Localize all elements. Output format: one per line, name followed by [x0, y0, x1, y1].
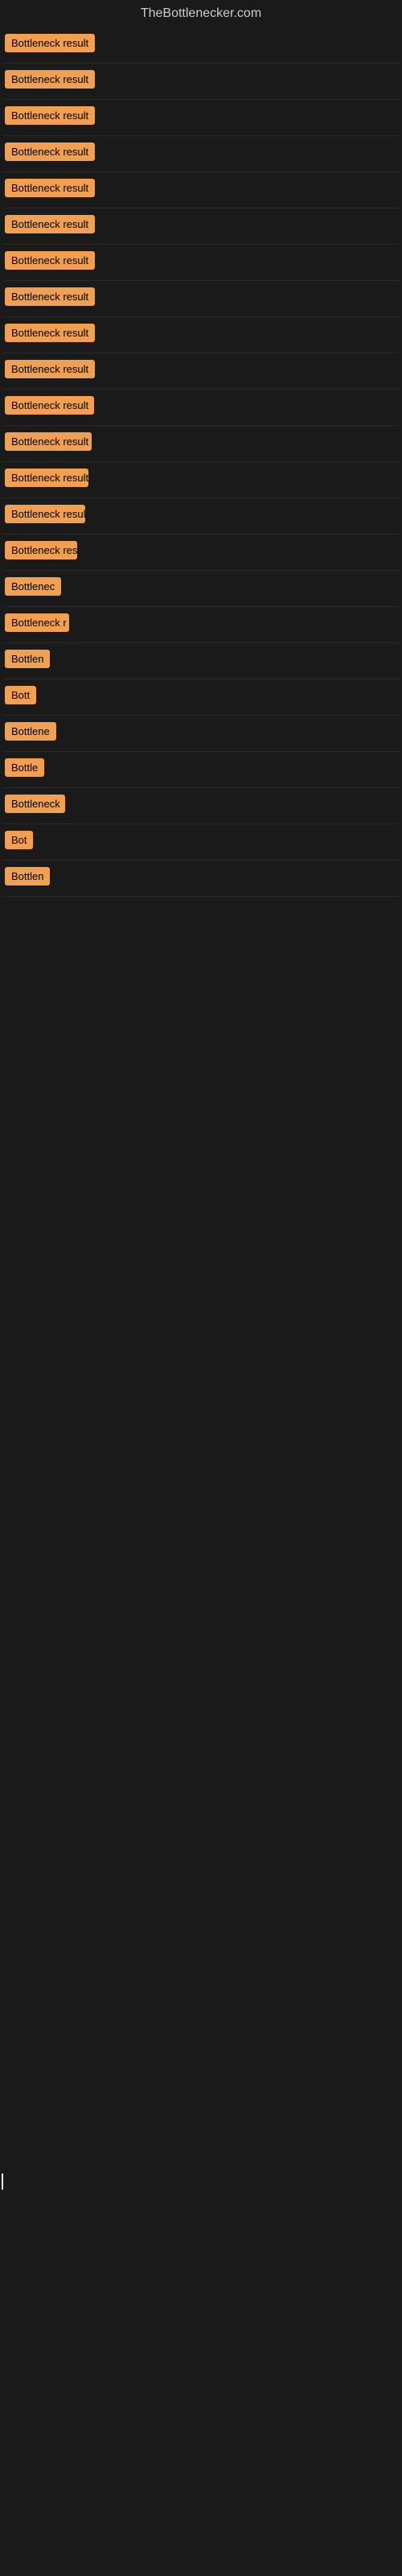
list-item: Bott	[3, 679, 399, 716]
list-item: Bottleneck	[3, 788, 399, 824]
list-item: Bottlene	[3, 716, 399, 752]
list-item: Bottleneck result	[3, 245, 399, 281]
site-header: TheBottlenecker.com	[0, 0, 402, 27]
list-item: Bottleneck result	[3, 426, 399, 462]
text-cursor	[2, 2174, 3, 2190]
list-item: Bottleneck result	[3, 317, 399, 353]
bottleneck-badge[interactable]: Bottleneck result	[5, 179, 95, 197]
bottleneck-badge[interactable]: Bottleneck result	[5, 360, 95, 378]
list-item: Bottlen	[3, 643, 399, 679]
list-item: Bottlenec	[3, 571, 399, 607]
list-item: Bottleneck result	[3, 208, 399, 245]
bottleneck-badge[interactable]: Bottleneck result	[5, 34, 95, 52]
bottleneck-badge[interactable]: Bottleneck result	[5, 432, 92, 451]
bottleneck-badge[interactable]: Bottleneck result	[5, 106, 95, 125]
bottleneck-badge[interactable]: Bottlenec	[5, 577, 61, 596]
list-item: Bottleneck r	[3, 607, 399, 643]
bottleneck-badge[interactable]: Bottleneck result	[5, 469, 88, 487]
bottleneck-badge[interactable]: Bottleneck result	[5, 142, 95, 161]
list-item: Bottleneck result	[3, 136, 399, 172]
bottleneck-badge[interactable]: Bottlen	[5, 650, 50, 668]
site-title: TheBottlenecker.com	[0, 0, 402, 27]
bottleneck-badge[interactable]: Bottleneck result	[5, 396, 94, 415]
list-item: Bottleneck result	[3, 281, 399, 317]
list-item: Bottleneck result	[3, 353, 399, 390]
bottleneck-badge[interactable]: Bott	[5, 686, 36, 704]
list-item: Bottle	[3, 752, 399, 788]
bottleneck-badge[interactable]: Bottlene	[5, 722, 56, 741]
bottleneck-badge[interactable]: Bottle	[5, 758, 44, 777]
list-item: Bottlen	[3, 861, 399, 897]
list-item: Bottleneck res	[3, 535, 399, 571]
bottleneck-badge[interactable]: Bottleneck result	[5, 287, 95, 306]
bottleneck-items-container: Bottleneck result Bottleneck result Bottle…	[0, 27, 402, 897]
list-item: Bottleneck result	[3, 390, 399, 426]
bottleneck-badge[interactable]: Bottleneck result	[5, 251, 95, 270]
bottleneck-badge[interactable]: Bottleneck r	[5, 613, 69, 632]
bottleneck-badge[interactable]: Bottleneck res	[5, 541, 77, 559]
bottleneck-badge[interactable]: Bottleneck	[5, 795, 65, 813]
list-item: Bottleneck result	[3, 462, 399, 498]
bottleneck-badge[interactable]: Bot	[5, 831, 33, 849]
bottleneck-badge[interactable]: Bottlen	[5, 867, 50, 886]
bottleneck-badge[interactable]: Bottleneck result	[5, 70, 95, 89]
bottleneck-badge[interactable]: Bottleneck result	[5, 324, 95, 342]
list-item: Bottleneck result	[3, 498, 399, 535]
list-item: Bottleneck result	[3, 100, 399, 136]
list-item: Bottleneck result	[3, 27, 399, 64]
list-item: Bot	[3, 824, 399, 861]
bottleneck-badge[interactable]: Bottleneck result	[5, 215, 95, 233]
bottleneck-badge[interactable]: Bottleneck result	[5, 505, 85, 523]
list-item: Bottleneck result	[3, 64, 399, 100]
list-item: Bottleneck result	[3, 172, 399, 208]
